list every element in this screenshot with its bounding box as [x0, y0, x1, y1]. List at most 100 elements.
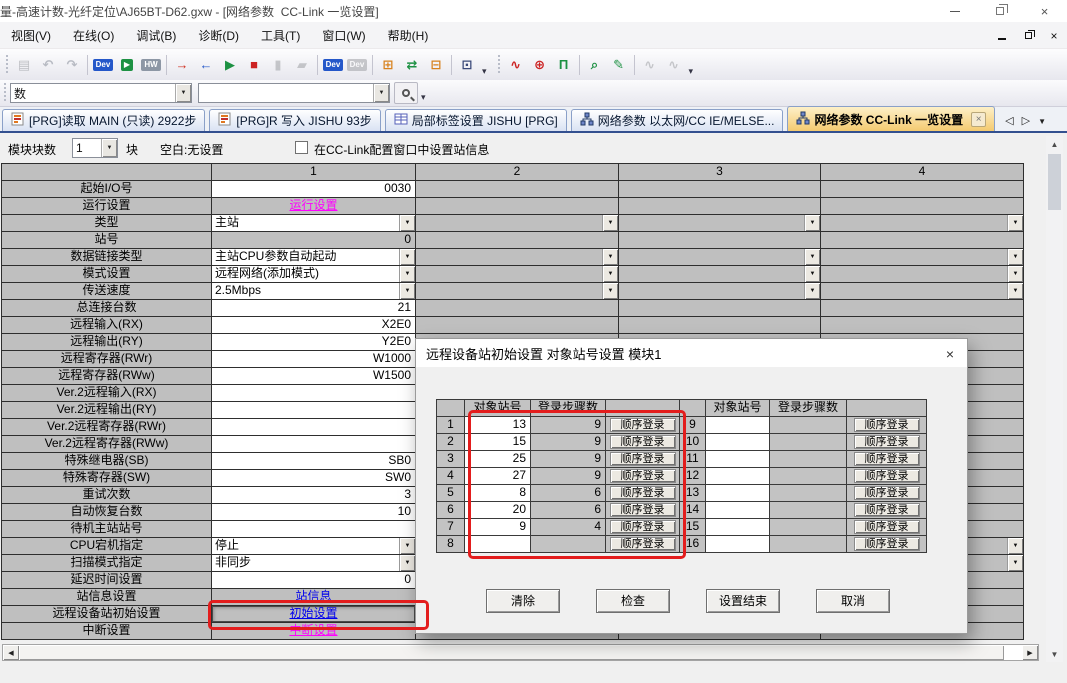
menu-window[interactable]: 窗口(W)	[311, 23, 376, 48]
param-value-cell[interactable]: X2E0	[212, 317, 416, 334]
param-value-cell[interactable]: 10	[212, 504, 416, 521]
sequential-register-button[interactable]: 顺序登录	[610, 418, 676, 432]
tab-prg-write-jishu[interactable]: [PRG]R 写入 JISHU 93步	[209, 109, 380, 131]
dialog-title-bar[interactable]: 远程设备站初始设置 对象站号设置 模块1	[416, 339, 967, 367]
target-station-cell[interactable]	[706, 536, 770, 553]
param-value-cell[interactable]: 3	[212, 487, 416, 504]
param-value-cell[interactable]: 0030	[212, 181, 416, 198]
sequential-register-button[interactable]: 顺序登录	[610, 486, 676, 500]
mdi-restore-icon[interactable]	[1021, 29, 1035, 43]
param-setting-link[interactable]: 站信息	[295, 589, 331, 603]
param-setting-link[interactable]: 运行设置	[289, 198, 337, 212]
param-dropdown-cell[interactable]: 2.5Mbps▼	[212, 283, 416, 300]
target-station-cell[interactable]	[706, 502, 770, 519]
chevron-down-icon[interactable]: ▼	[1007, 538, 1023, 554]
toolbar-overflow-icon[interactable]: ▾	[482, 66, 487, 80]
chevron-down-icon[interactable]: ▼	[1007, 283, 1023, 299]
target-station-cell[interactable]: 13	[465, 417, 531, 434]
param-value-cell[interactable]	[212, 385, 416, 402]
menu-online[interactable]: 在线(O)	[62, 23, 125, 48]
chevron-down-icon[interactable]: ▼	[399, 215, 415, 231]
scroll-right-icon[interactable]: ▶	[1022, 645, 1038, 660]
chevron-down-icon[interactable]: ▼	[1007, 215, 1023, 231]
target-station-cell[interactable]: 20	[465, 502, 531, 519]
param-empty-cell[interactable]: ▼	[416, 215, 619, 232]
pc-monitor-icon[interactable]: ⊡	[456, 54, 478, 76]
chevron-down-icon[interactable]: ▼	[1007, 555, 1023, 571]
device-monitor-gray-icon[interactable]: HW	[140, 54, 162, 76]
toolbar-drag-handle[interactable]	[497, 55, 501, 75]
target-station-cell[interactable]	[465, 536, 531, 553]
close-icon[interactable]: ×	[1022, 0, 1067, 22]
sampling-trace-icon[interactable]: ∿	[505, 54, 527, 76]
check-button[interactable]: 检查	[596, 589, 670, 613]
target-station-cell[interactable]: 15	[465, 434, 531, 451]
target-station-cell[interactable]	[706, 485, 770, 502]
param-dropdown-cell[interactable]: 远程网络(添加模式)▼	[212, 266, 416, 283]
cancel-button[interactable]: 取消	[816, 589, 890, 613]
dialog-close-icon[interactable]: ×	[941, 345, 959, 362]
toolbar-overflow-icon[interactable]: ▾	[421, 92, 426, 106]
chevron-down-icon[interactable]: ▼	[602, 249, 618, 265]
target-station-cell[interactable]: 8	[465, 485, 531, 502]
trace-target-icon[interactable]: ⊕	[529, 54, 551, 76]
param-value-cell[interactable]	[212, 419, 416, 436]
param-empty-cell[interactable]: ▼	[416, 283, 619, 300]
value-search-combobox[interactable]: ▼	[198, 83, 390, 103]
sequential-register-button[interactable]: 顺序登录	[610, 503, 676, 517]
param-empty-cell[interactable]	[416, 300, 619, 317]
scroll-down-icon[interactable]: ▼	[1046, 646, 1063, 662]
scroll-up-icon[interactable]: ▲	[1046, 136, 1063, 152]
param-empty-cell[interactable]	[416, 232, 619, 249]
param-value-cell[interactable]: SB0	[212, 453, 416, 470]
target-station-cell[interactable]: 9	[465, 519, 531, 536]
tab-list-dropdown-icon[interactable]: ▼	[1038, 118, 1046, 126]
device-batch-monitor-icon[interactable]: Dev	[322, 54, 344, 76]
param-empty-cell[interactable]	[821, 198, 1024, 215]
param-empty-cell[interactable]: ▼	[416, 249, 619, 266]
tab-scroll-left-icon[interactable]: ◁	[1005, 116, 1013, 127]
target-station-cell[interactable]	[706, 468, 770, 485]
param-empty-cell[interactable]	[821, 232, 1024, 249]
target-station-cell[interactable]: 27	[465, 468, 531, 485]
vertical-scrollbar-thumb[interactable]	[1048, 154, 1061, 210]
chevron-down-icon[interactable]: ▼	[602, 266, 618, 282]
chevron-down-icon[interactable]: ▼	[101, 139, 117, 157]
open-window-icon[interactable]: ⊞	[377, 54, 399, 76]
param-value-cell[interactable]: 21	[212, 300, 416, 317]
param-empty-cell[interactable]: ▼	[821, 283, 1024, 300]
sequential-register-button[interactable]: 顺序登录	[854, 537, 920, 551]
sequential-register-button[interactable]: 顺序登录	[854, 469, 920, 483]
cclink-config-checkbox[interactable]	[295, 141, 308, 154]
target-station-cell[interactable]	[706, 417, 770, 434]
target-station-cell[interactable]	[706, 434, 770, 451]
param-empty-cell[interactable]	[619, 198, 821, 215]
sequential-register-button[interactable]: 顺序登录	[854, 452, 920, 466]
param-value-cell[interactable]: SW0	[212, 470, 416, 487]
read-from-plc-icon[interactable]: ←	[195, 54, 217, 76]
tab-network-ethernet[interactable]: 网络参数 以太网/CC IE/MELSE...	[571, 109, 784, 131]
sequential-register-button[interactable]: 顺序登录	[854, 520, 920, 534]
chevron-down-icon[interactable]: ▼	[399, 249, 415, 265]
chevron-down-icon[interactable]: ▼	[804, 249, 820, 265]
find-device-icon[interactable]	[394, 82, 418, 104]
param-empty-cell[interactable]: ▼	[821, 249, 1024, 266]
param-empty-cell[interactable]	[619, 300, 821, 317]
param-empty-cell[interactable]: ▼	[821, 215, 1024, 232]
chevron-down-icon[interactable]: ▼	[1007, 249, 1023, 265]
param-setting-link[interactable]: 中断设置	[289, 623, 337, 637]
sequential-register-button[interactable]: 顺序登录	[610, 537, 676, 551]
toolbar-drag-handle[interactable]	[3, 83, 7, 103]
monitor-stop-icon[interactable]: ■	[243, 54, 265, 76]
chevron-down-icon[interactable]: ▼	[373, 84, 389, 102]
param-empty-cell[interactable]	[821, 300, 1024, 317]
device-search-combobox[interactable]: 数 ▼	[10, 83, 192, 103]
monitor-start-icon[interactable]: ▶	[219, 54, 241, 76]
param-empty-cell[interactable]: ▼	[619, 215, 821, 232]
param-dropdown-cell[interactable]: 停止▼	[212, 538, 416, 555]
trace-write-icon[interactable]: ✎	[608, 54, 630, 76]
chevron-down-icon[interactable]: ▼	[602, 215, 618, 231]
param-empty-cell[interactable]	[619, 317, 821, 334]
param-value-cell[interactable]: Y2E0	[212, 334, 416, 351]
arrange-window-icon[interactable]: ⊟	[425, 54, 447, 76]
